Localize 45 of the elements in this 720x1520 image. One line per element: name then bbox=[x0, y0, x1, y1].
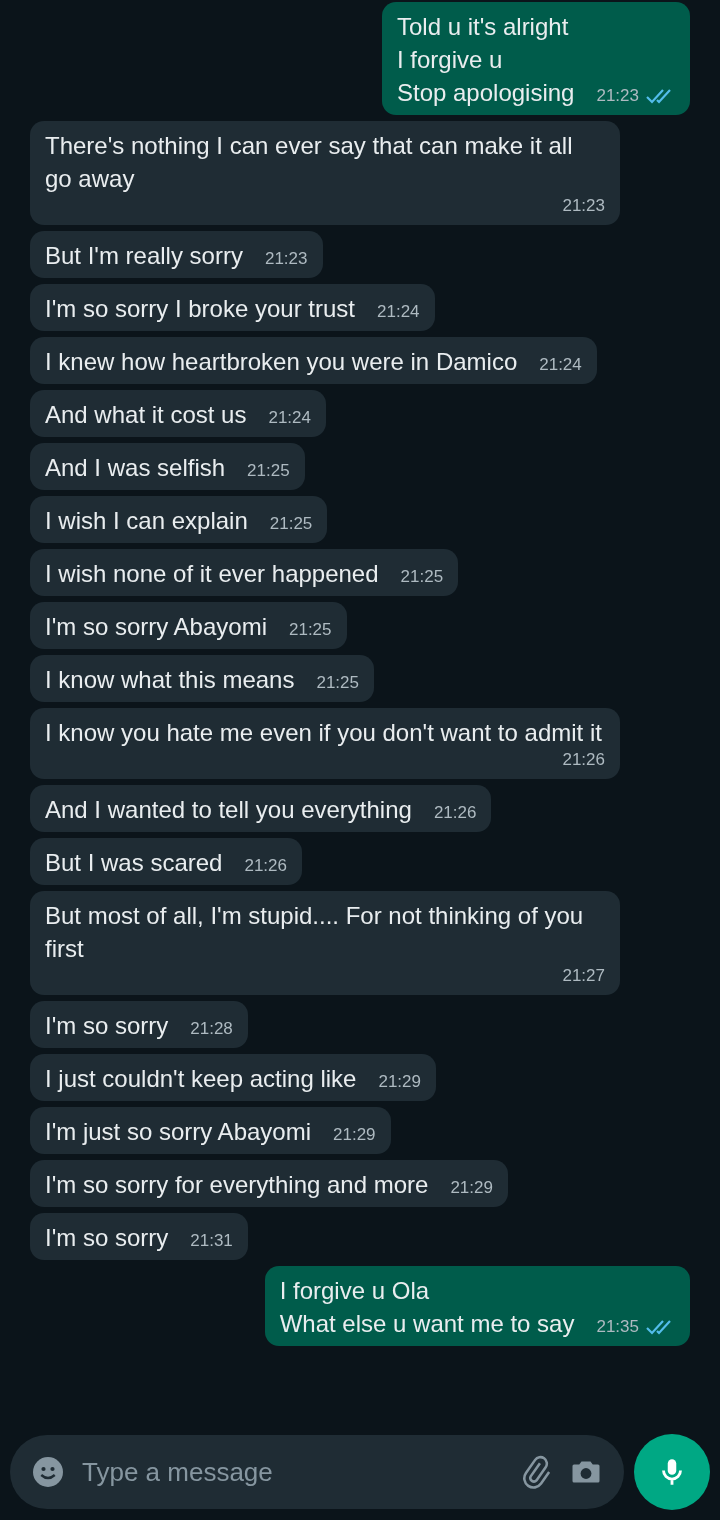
message-text: But I was scared bbox=[45, 848, 223, 878]
message-text: I'm so sorry Abayomi bbox=[45, 612, 267, 642]
message-time: 21:26 bbox=[562, 749, 605, 771]
message-time: 21:26 bbox=[244, 855, 287, 877]
message-time: 21:25 bbox=[247, 460, 290, 482]
message-text: And I was selfish bbox=[45, 453, 226, 483]
message-time: 21:29 bbox=[378, 1071, 421, 1093]
message-time: 21:25 bbox=[316, 672, 359, 694]
message-time: 21:31 bbox=[190, 1230, 233, 1252]
message-time: 21:25 bbox=[269, 513, 313, 535]
message-time: 21:25 bbox=[400, 566, 444, 588]
message-text: I forgive u Ola What else u want me to say bbox=[279, 1276, 575, 1339]
message-text: I'm so sorry bbox=[45, 1223, 169, 1253]
message-time: 21:29 bbox=[450, 1177, 493, 1199]
message-text: Told u it's alright I forgive u Stop apologising bbox=[397, 12, 575, 108]
message-text: I knew how heartbroken you were in Damico bbox=[45, 347, 518, 377]
message-field[interactable]: Type a message bbox=[10, 1435, 624, 1509]
message-time: 21:24 bbox=[377, 301, 420, 323]
message-input[interactable]: Type a message bbox=[82, 1452, 502, 1492]
message-time: 21:28 bbox=[190, 1018, 233, 1040]
message-text: I know what this means bbox=[45, 665, 295, 695]
message-text: And I wanted to tell you everything bbox=[45, 795, 412, 825]
message-text: There's nothing I can ever say that can make it all go away bbox=[45, 131, 574, 194]
message-text: I'm so sorry I broke your trust bbox=[45, 294, 355, 324]
message-text: I'm so sorry for everything and more bbox=[45, 1170, 429, 1200]
message-time: 21:23 bbox=[264, 248, 308, 270]
message-text: I wish I can explain bbox=[45, 506, 248, 536]
message-time: 21:26 bbox=[433, 802, 477, 824]
message-text: But most of all, I'm stupid.... For not thinking of you first bbox=[45, 901, 585, 964]
message-time: 21:27 bbox=[562, 965, 605, 987]
message-text: I wish none of it ever happened bbox=[45, 559, 379, 589]
message-time: 21:23 bbox=[596, 85, 639, 107]
message-time: 21:35 bbox=[596, 1316, 639, 1338]
message-time: 21:24 bbox=[539, 354, 582, 376]
emoji-icon[interactable] bbox=[30, 1454, 66, 1490]
message-text: I'm so sorry bbox=[45, 1011, 169, 1041]
message-text: And what it cost us bbox=[45, 400, 247, 430]
message-time: 21:23 bbox=[562, 195, 605, 217]
message-text: I'm just so sorry Abayomi bbox=[45, 1117, 311, 1147]
message-text: I just couldn't keep acting like bbox=[45, 1064, 357, 1094]
message-text: But I'm really sorry bbox=[45, 241, 243, 271]
message-time: 21:24 bbox=[268, 407, 311, 429]
message-text: I know you hate me even if you don't want to admit it bbox=[45, 718, 602, 748]
message-time: 21:25 bbox=[289, 619, 332, 641]
message-time: 21:29 bbox=[333, 1124, 376, 1146]
